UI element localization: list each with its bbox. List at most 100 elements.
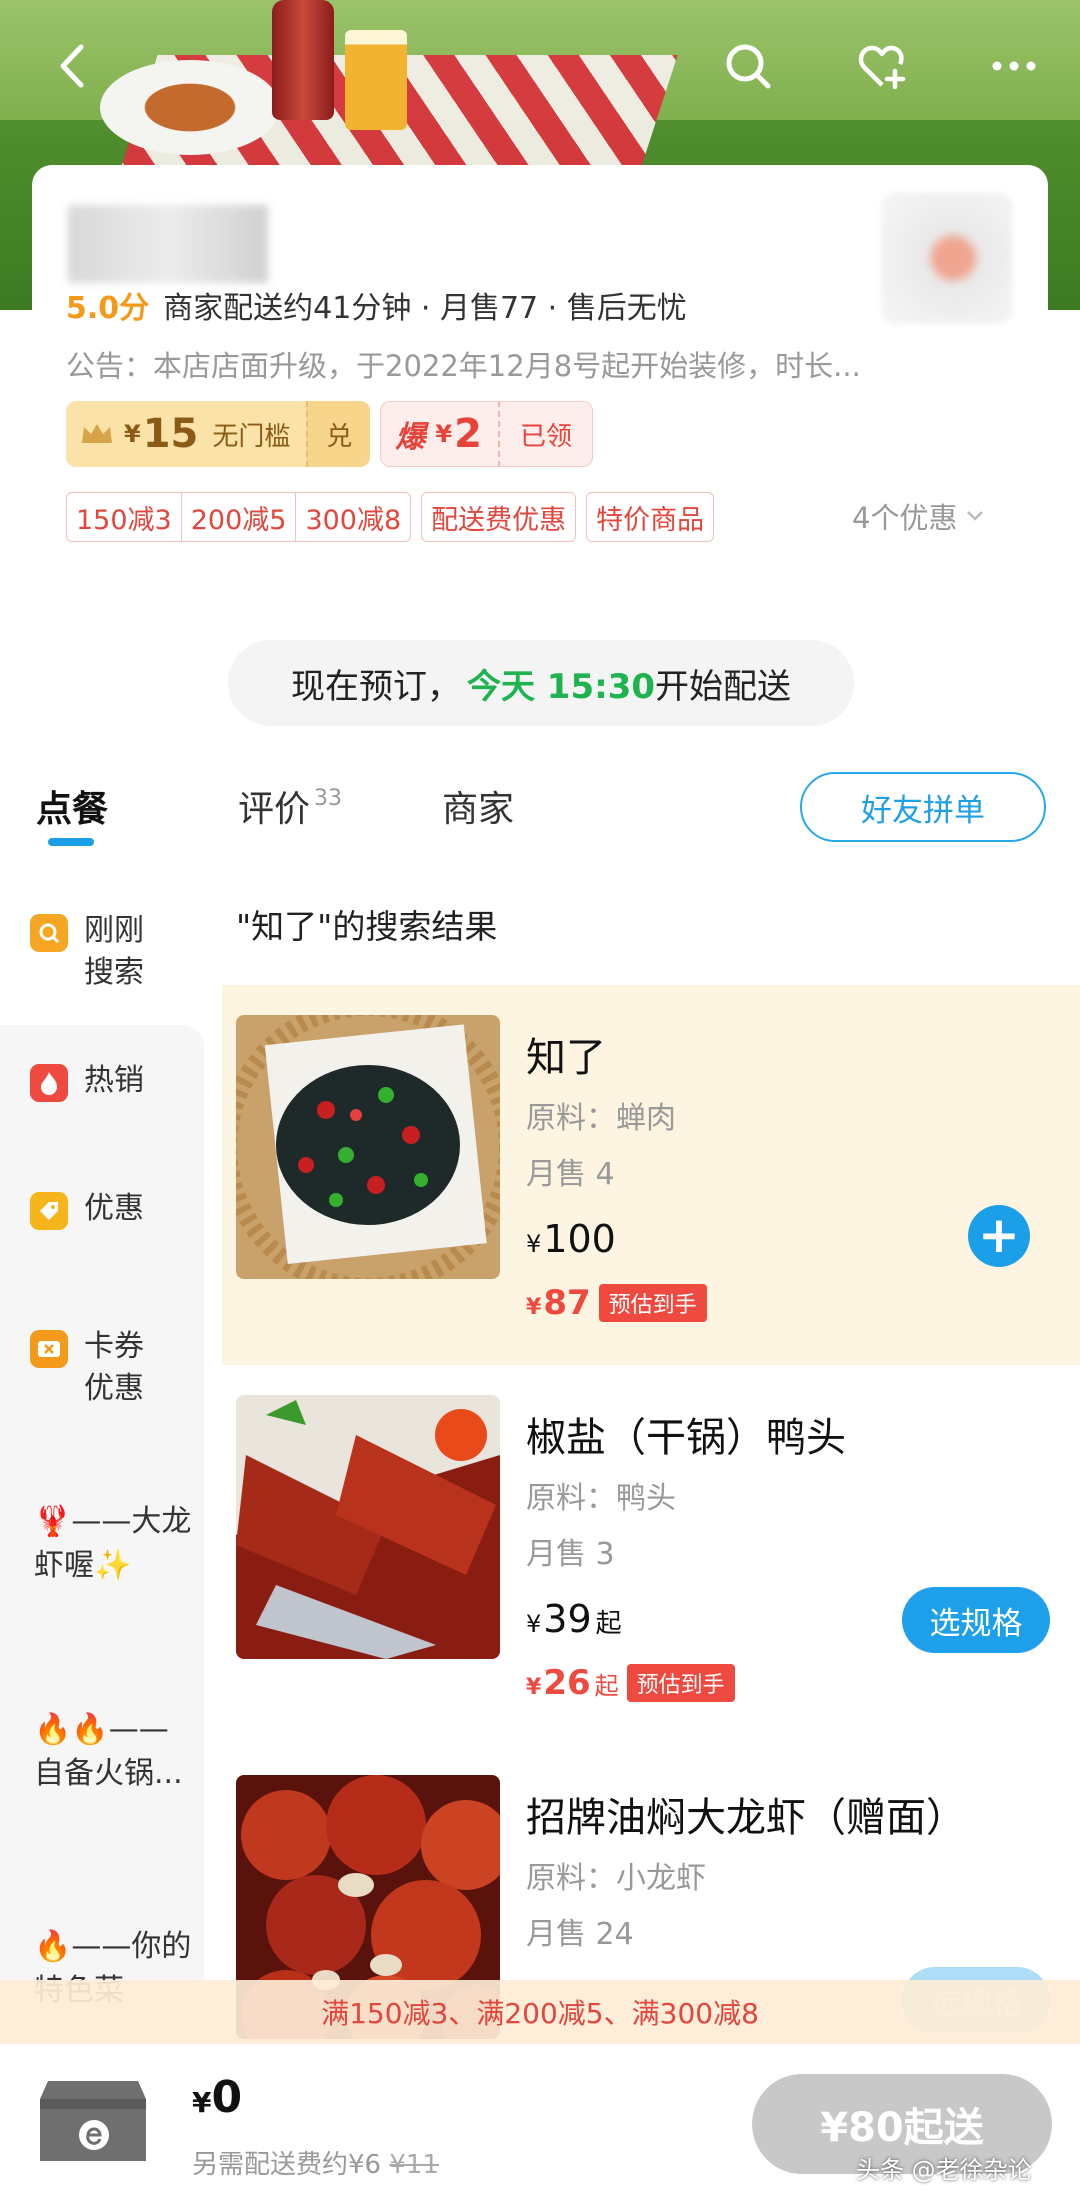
sidebar-item-crayfish[interactable]: 🦞——大龙虾喔✨ [34,1500,194,1588]
dish-ingredient: 原料：鸭头 [526,1481,676,1516]
search-icon [726,44,771,89]
total-yen: ¥ [192,2086,212,2119]
coupon-amount: 15 [142,411,199,457]
banner-beer-glass [345,30,407,130]
dish-photo[interactable] [236,1015,500,1279]
hot-tag: 爆 [395,420,426,455]
price-suffix: 起 [595,1609,622,1639]
promo-tier: 200减5 [180,493,296,541]
price-yen: ¥ [526,1230,542,1258]
store-score: 5.0分 [66,291,150,326]
tab-reviews[interactable]: 评价 33 [238,780,342,832]
estimated-price: ¥26 起 预估到手 [526,1663,735,1703]
tab-merchant[interactable]: 商家 [442,780,514,832]
sidebar-item-hotpot[interactable]: 🔥🔥——自备火锅... [34,1708,194,1796]
more-promos-label: 4个优惠 [852,501,958,535]
price-yen: ¥ [526,1610,542,1638]
dish-price: ¥100 [526,1217,616,1261]
estimated-price: ¥87 预估到手 [526,1283,707,1323]
store-notice[interactable]: 公告：本店店面升级，于2022年12月8号起开始装修，时长... [66,343,986,385]
group-order-button[interactable]: 好友拼单 [800,772,1046,842]
sidebar-item-vouchers[interactable]: 卡券优惠 [30,1326,200,1410]
dish-price: ¥39 起 [526,1597,622,1641]
choose-spec-button[interactable]: 选规格 [902,1587,1050,1653]
promo-label: 配送费优惠 [431,504,567,536]
dish-monthly-sales: 月售 3 [526,1537,615,1572]
fee-original: ¥11 [389,2150,439,2180]
dish-ingredient: 原料：蝉肉 [526,1101,676,1136]
dish-ingredient: 原料：小龙虾 [526,1861,706,1896]
estimated-badge: 预估到手 [626,1664,735,1702]
promo-label: 特价商品 [596,504,705,536]
dish-monthly-sales: 月售 24 [526,1917,634,1952]
banner-bottle [272,0,334,120]
shopping-bag-icon [40,2081,146,2161]
more-button[interactable] [978,30,1050,102]
tab-order[interactable]: 点餐 [36,780,108,832]
coupon-yen: ¥ [435,420,453,448]
tab-reviews-label: 评价 [238,789,311,830]
redeem-button[interactable]: 兑 [306,401,371,467]
preorder-time: 今天 15:30 [466,666,656,707]
banner-food-plate [100,60,280,155]
special-items-promo: 特价商品 [586,492,715,542]
store-name-blurred [68,205,268,283]
dish-name: 招牌油焖大龙虾（赠面） [526,1795,966,1841]
discount-tip-strip: 满150减3、满200减5、满300减8 [0,1980,1080,2044]
crown-icon [82,424,112,443]
more-promos-button[interactable]: 4个优惠 [852,495,987,537]
sidebar-label: 刚刚搜索 [84,913,144,990]
dish-name: 知了 [526,1035,606,1081]
promo-tier: 300减8 [295,493,410,541]
store-logo-blurred[interactable] [882,193,1012,323]
plus-icon: + [978,1206,1020,1264]
flame-icon [30,1064,68,1102]
promo-tier: 150减3 [76,504,172,536]
coupon-yen: ¥ [124,420,141,448]
chevron-down-icon [967,511,984,521]
dish-card[interactable]: 椒盐（干锅）鸭头 原料：鸭头 月售 3 ¥39 起 ¥26 起 预估到手 选规格 [222,1365,1080,1745]
reviews-count: 33 [314,786,343,811]
sidebar-label: 优惠 [84,1191,144,1226]
sidebar-item-recent-search[interactable]: 刚刚搜索 [30,910,200,994]
heart-plus-icon [858,45,906,90]
delivery-fee-promo: 配送费优惠 [421,492,577,542]
price-value: 100 [543,1217,616,1261]
fee-label: 另需配送费约¥6 [192,2150,382,2180]
dish-photo[interactable] [236,1395,500,1659]
dish-card[interactable]: 知了 原料：蝉肉 月售 4 ¥100 ¥87 预估到手 + [222,985,1080,1365]
back-arrow-icon [60,44,84,88]
delivery-fee-info: 另需配送费约¥6 ¥11 [192,2144,439,2181]
coupon-condition: 无门槛 [212,421,291,452]
back-button[interactable] [38,30,110,102]
search-button[interactable] [712,30,784,102]
est-value: 87 [543,1283,591,1323]
estimated-badge: 预估到手 [598,1284,707,1322]
promo-tags[interactable]: 150减3 200减5 300减8 配送费优惠 特价商品 [66,492,715,542]
est-suffix: 起 [594,1672,619,1700]
preorder-prefix: 现在预订， [290,666,461,707]
preorder-notice: 现在预订， 今天 15:30 开始配送 [228,640,854,726]
dish-monthly-sales: 月售 4 [526,1157,615,1192]
store-info-card: 5.0分 商家配送约41分钟 · 月售77 · 售后无忧 公告：本店店面升级，于2… [32,165,1048,585]
claimed-label: 已领 [497,402,592,466]
search-results-title: "知了"的搜索结果 [236,907,498,946]
store-rating-row: 5.0分 商家配送约41分钟 · 月售77 · 售后无忧 [66,283,687,327]
discount-tiers: 150减3 200减5 300减8 [66,492,412,542]
category-sidebar: 刚刚搜索 热销 优惠 卡券优惠 🦞——大龙虾喔✨ 🔥🔥——自备火锅... 🔥——… [0,880,204,2125]
sidebar-item-hot[interactable]: 热销 [30,1060,200,1102]
favorite-button[interactable] [846,30,918,102]
cart-button[interactable] [34,2069,152,2169]
add-to-cart-button[interactable]: + [968,1205,1030,1267]
search-bubble-icon [30,914,68,952]
more-dots-icon [992,61,1036,71]
hot-coupon[interactable]: 爆 ¥ 2 已领 [380,401,593,467]
dish-name: 椒盐（干锅）鸭头 [526,1415,846,1461]
preorder-suffix: 开始配送 [655,666,792,707]
sidebar-item-discount[interactable]: 优惠 [30,1188,200,1230]
member-coupon[interactable]: ¥ 15 无门槛 兑 [66,401,371,467]
voucher-icon [30,1330,68,1368]
est-value: 26 [543,1663,591,1703]
est-yen: ¥ [526,1295,542,1320]
total-value: 0 [211,2072,243,2123]
